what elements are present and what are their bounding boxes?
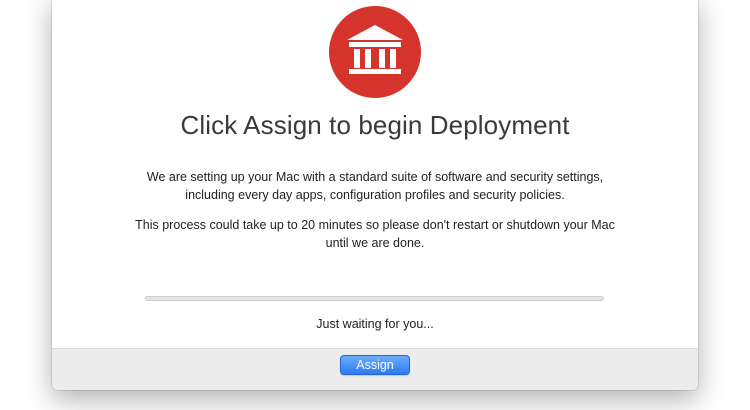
duration-warning: This process could take up to 20 minutes… [135,218,615,250]
deployment-dialog: Click Assign to begin Deployment We are … [52,0,698,390]
dialog-footer: Assign [52,348,698,390]
bank-building-icon [329,6,421,98]
assign-button[interactable]: Assign [340,355,410,375]
dialog-title: Click Assign to begin Deployment [180,110,570,140]
status-text: Just waiting for you... [316,317,434,331]
setup-description: We are setting up your Mac with a standa… [146,170,604,202]
progress-bar [145,296,604,301]
